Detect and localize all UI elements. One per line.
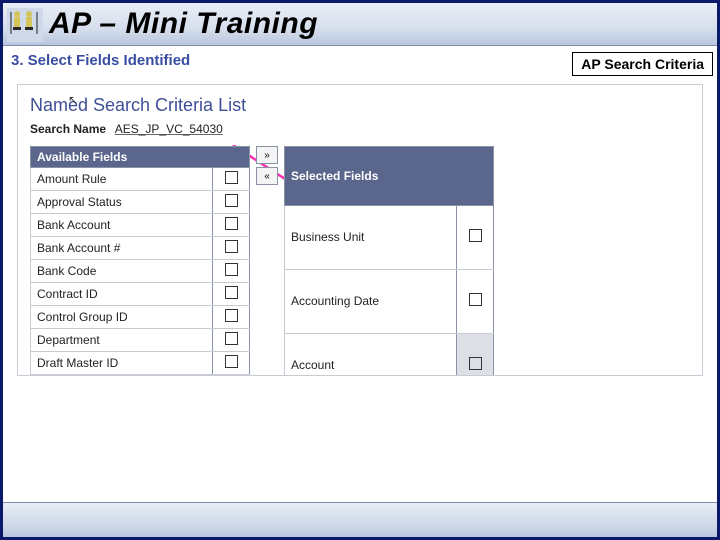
table-row[interactable]: Bank Account # (31, 237, 250, 260)
table-row[interactable]: Business Unit (285, 205, 494, 269)
field-label: Business Unit (285, 205, 457, 269)
available-fields-header: Available Fields (31, 147, 250, 168)
selected-fields-table: Selected Fields Business Unit Accounting… (284, 146, 494, 376)
checkbox[interactable] (225, 332, 238, 345)
table-row[interactable]: Control Group ID (31, 306, 250, 329)
cursor-pointer-icon: ↖ (68, 93, 78, 107)
selected-fields-header: Selected Fields (285, 147, 494, 206)
available-fields-table: Available Fields Amount Rule Approval St… (30, 146, 250, 376)
content-panel: ↖ Named Search Criteria List Search Name… (17, 84, 703, 376)
checkbox[interactable] (225, 355, 238, 368)
checkbox[interactable] (225, 263, 238, 276)
table-row[interactable]: Accounting Date (285, 269, 494, 333)
field-label: Bank Account # (31, 237, 213, 260)
search-name-row: Search Name AES_JP_VC_54030 (30, 122, 690, 136)
search-name-label: Search Name (30, 122, 106, 136)
field-label: Approval Status (31, 191, 213, 214)
table-row[interactable]: Account (285, 333, 494, 376)
move-controls: » « (256, 146, 278, 376)
checkbox[interactable] (225, 240, 238, 253)
checkbox[interactable] (469, 293, 482, 306)
move-right-button[interactable]: » (256, 146, 278, 164)
field-label: Amount Rule (31, 168, 213, 191)
checkbox[interactable] (469, 357, 482, 370)
table-row[interactable]: Bank Account (31, 214, 250, 237)
topic-badge: AP Search Criteria (572, 52, 713, 76)
checkbox[interactable] (225, 286, 238, 299)
checkbox[interactable] (469, 229, 482, 242)
table-row[interactable]: Department (31, 329, 250, 352)
step-label: 3. Select Fields Identified (11, 52, 190, 69)
field-label: Control Group ID (31, 306, 213, 329)
move-left-button[interactable]: « (256, 167, 278, 185)
field-label: Account (285, 333, 457, 376)
table-row[interactable]: Contract ID (31, 283, 250, 306)
page-title: AP – Mini Training (49, 7, 318, 41)
checkbox[interactable] (225, 309, 238, 322)
table-row[interactable]: Draft Master ID (31, 352, 250, 375)
title-bar: AP – Mini Training (3, 3, 717, 46)
table-row[interactable]: Bank Code (31, 260, 250, 283)
checkbox[interactable] (225, 194, 238, 207)
table-row[interactable]: Amount Rule (31, 168, 250, 191)
subhead-row: 3. Select Fields Identified AP Search Cr… (3, 46, 717, 78)
checkbox[interactable] (225, 217, 238, 230)
table-row[interactable]: Draft Payment Status (31, 375, 250, 377)
checkbox[interactable] (225, 171, 238, 184)
field-label: Bank Account (31, 214, 213, 237)
field-label: Draft Payment Status (31, 375, 213, 377)
search-name-value: AES_JP_VC_54030 (115, 122, 223, 136)
field-label: Bank Code (31, 260, 213, 283)
field-label: Draft Master ID (31, 352, 213, 375)
footer-band (3, 502, 717, 537)
logo-skiers (7, 8, 43, 42)
field-label: Department (31, 329, 213, 352)
table-row[interactable]: Approval Status (31, 191, 250, 214)
field-label: Accounting Date (285, 269, 457, 333)
field-label: Contract ID (31, 283, 213, 306)
section-title: Named Search Criteria List (30, 95, 690, 116)
